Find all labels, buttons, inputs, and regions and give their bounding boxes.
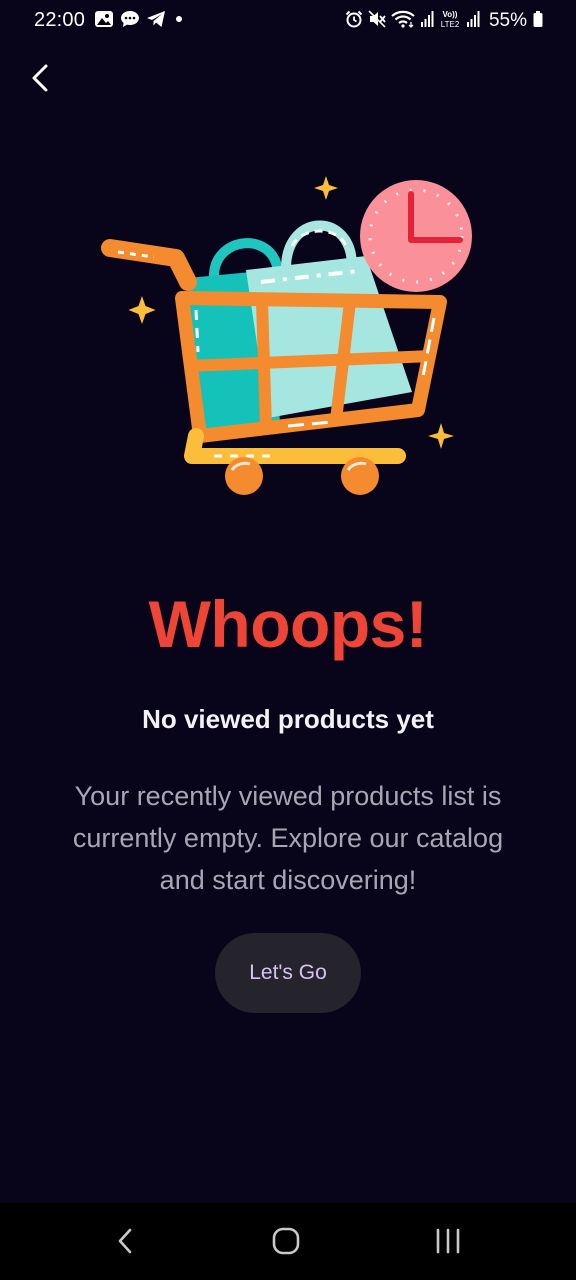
lets-go-button[interactable]: Let's Go <box>215 933 361 1013</box>
shopping-cart-clock-illustration <box>96 170 486 500</box>
gallery-icon <box>94 10 114 33</box>
nav-back-button[interactable] <box>96 1221 156 1265</box>
battery-icon <box>532 10 544 33</box>
back-nav-icon <box>116 1226 136 1261</box>
nav-recents-button[interactable] <box>418 1221 478 1265</box>
empty-state-headline: Whoops! <box>148 587 428 661</box>
empty-state-subtitle: No viewed products yet <box>142 704 434 734</box>
dot-icon <box>172 10 186 33</box>
signal-icon <box>420 10 434 33</box>
signal-icon-2 <box>466 10 480 33</box>
nav-home-button[interactable] <box>256 1221 316 1265</box>
status-bar: 22:00 Vo)) LTE2 55% <box>0 0 576 44</box>
chat-icon <box>120 10 140 33</box>
status-time: 22:00 <box>34 9 86 31</box>
svg-text:Vo)): Vo)) <box>442 10 457 19</box>
alarm-icon <box>345 10 363 33</box>
svg-text:LTE2: LTE2 <box>441 20 460 29</box>
mute-icon <box>368 9 386 33</box>
wifi-icon <box>391 10 415 33</box>
recents-nav-icon <box>433 1226 463 1261</box>
battery-percentage: 55% <box>488 10 527 31</box>
sparkle-icon <box>314 176 338 200</box>
back-button[interactable] <box>22 62 58 98</box>
home-nav-icon <box>271 1226 301 1261</box>
chevron-left-icon <box>30 63 50 98</box>
system-navigation-bar <box>0 1203 576 1280</box>
system-icons: Vo)) LTE2 55% <box>345 9 544 33</box>
telegram-icon <box>146 10 166 33</box>
volte-icon: Vo)) LTE2 <box>439 9 461 34</box>
notification-icons <box>94 10 186 32</box>
sparkle-icon <box>128 296 156 324</box>
sparkle-icon <box>428 423 454 449</box>
empty-state-description: Your recently viewed products list is cu… <box>72 781 504 895</box>
